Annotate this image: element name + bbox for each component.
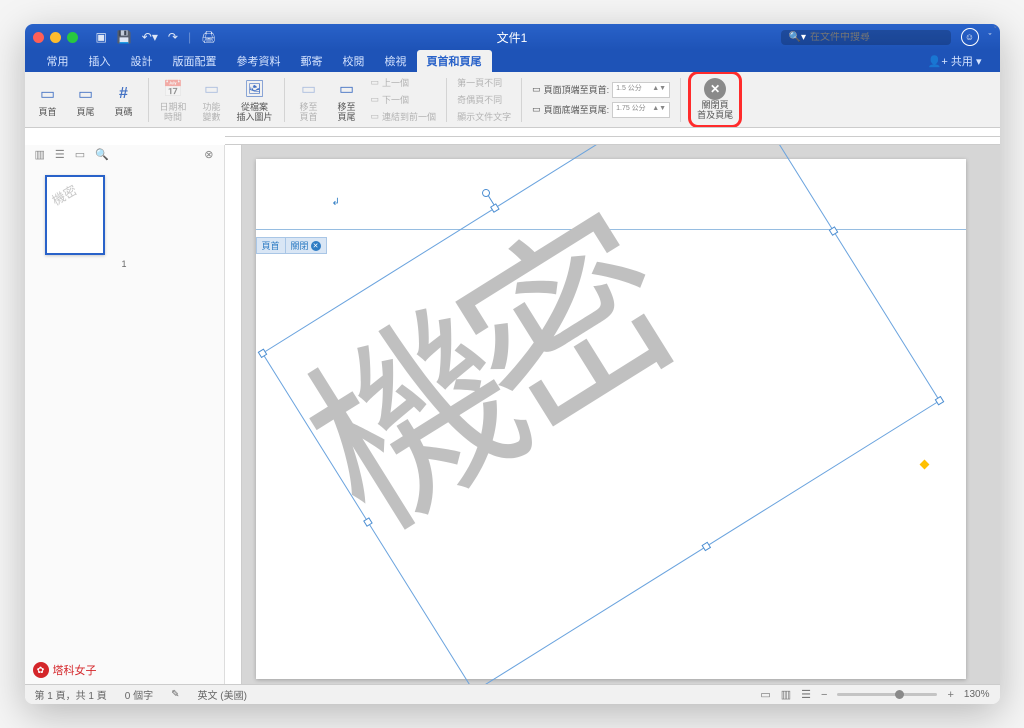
zoom-level[interactable]: 130%: [964, 689, 990, 700]
thumbnails-icon[interactable]: ▥: [35, 148, 45, 161]
tab-home[interactable]: 常用: [37, 50, 79, 72]
vars-button: ▭功能 變數: [195, 74, 229, 125]
resize-handle[interactable]: [701, 542, 711, 552]
goto-header-button: ▭移至 頁首: [292, 74, 326, 125]
thumbnail-number: 1: [45, 259, 204, 269]
close-header-footer-highlight: ✕ 關閉頁 首及頁尾: [688, 72, 742, 128]
tab-layout[interactable]: 版面配置: [163, 50, 227, 72]
zoom-out-button[interactable]: −: [821, 689, 827, 701]
footer-distance-row: ▭ 頁面底端至頁尾: 1.75 公分▲▼: [529, 101, 673, 119]
chevron-down-icon[interactable]: ˇ: [989, 32, 992, 42]
document-page[interactable]: ↲ 頁首 關閉✕ 機密: [256, 159, 966, 679]
fullscreen-window-button[interactable]: [67, 32, 78, 43]
save-icon[interactable]: 💾: [117, 30, 132, 44]
document-title: 文件1: [497, 29, 528, 46]
close-window-button[interactable]: [33, 32, 44, 43]
zoom-in-button[interactable]: +: [947, 689, 953, 701]
window-controls: [33, 32, 78, 43]
thumbnail-panel: ▥ ☰ ▭ 🔍 ⊗ 機密 1 ✿ 塔科女子: [25, 145, 225, 684]
search-icon: 🔍▾: [789, 32, 806, 43]
tab-insert[interactable]: 插入: [79, 50, 121, 72]
odd-even-diff-check: 奇偶頁不同: [454, 92, 514, 107]
paragraph-mark-icon: ↲: [332, 197, 340, 208]
page-thumbnail[interactable]: 機密: [45, 175, 105, 255]
spellcheck-icon[interactable]: ✎: [171, 689, 179, 700]
tab-view[interactable]: 檢視: [375, 50, 417, 72]
ribbon-tabs: 常用 插入 設計 版面配置 參考資料 郵寄 校閱 檢視 頁首和頁尾 👤+ 共用 …: [25, 50, 1000, 72]
tab-references[interactable]: 參考資料: [227, 50, 291, 72]
undo-icon[interactable]: ↶▾: [142, 30, 158, 44]
insert-picture-button[interactable]: 🖼從檔案 插入圖片: [233, 74, 277, 125]
tab-design[interactable]: 設計: [121, 50, 163, 72]
titlebar: ▣ 💾 ↶▾ ↷ | 🖨 文件1 🔍▾ ☺ ˇ: [25, 24, 1000, 50]
focus-view-icon[interactable]: ▭: [760, 688, 770, 701]
minimize-window-button[interactable]: [50, 32, 61, 43]
first-page-diff-check: 第一頁不同: [454, 75, 514, 90]
tab-mailings[interactable]: 郵寄: [291, 50, 333, 72]
horizontal-ruler[interactable]: [225, 128, 1000, 145]
close-header-footer-button[interactable]: ✕ 關閉頁 首及頁尾: [693, 76, 737, 123]
header-distance-input[interactable]: 1.5 公分▲▼: [612, 82, 670, 98]
tab-header-footer[interactable]: 頁首和頁尾: [417, 50, 492, 72]
search-input[interactable]: [810, 32, 943, 43]
brand-watermark: ✿ 塔科女子: [33, 662, 97, 678]
resize-handle[interactable]: [934, 396, 944, 406]
redo-icon[interactable]: ↷: [168, 30, 178, 44]
prev-button: ▭ 上一個: [368, 75, 440, 90]
search-field[interactable]: 🔍▾: [781, 30, 951, 45]
header-distance-row: ▭ 頁面頂端至頁首: 1.5 公分▲▼: [529, 81, 673, 99]
link-previous-button: ▭ 連結到前一個: [368, 109, 440, 124]
pagenum-button[interactable]: #頁碼: [107, 79, 141, 120]
outline-icon[interactable]: ☰: [55, 148, 65, 161]
close-icon: ✕: [704, 78, 726, 100]
word-count[interactable]: 0 個字: [125, 687, 153, 702]
header-tag-close[interactable]: 關閉✕: [286, 237, 327, 254]
language-label[interactable]: 英文 (美國): [197, 687, 246, 702]
thumbnail-watermark: 機密: [47, 180, 79, 209]
tab-review[interactable]: 校閱: [333, 50, 375, 72]
print-icon[interactable]: 🖨: [201, 30, 216, 44]
header-button[interactable]: ▭頁首: [31, 79, 65, 120]
vertical-ruler[interactable]: [225, 145, 242, 684]
header-tag-label: 頁首: [256, 237, 286, 254]
status-bar: 第 1 頁，共 1 頁 0 個字 ✎ 英文 (美國) ▭ ▥ ☰ − + 130…: [25, 684, 1000, 704]
print-layout-icon[interactable]: ▥: [781, 688, 791, 701]
autosave-icon[interactable]: ▣: [96, 30, 107, 44]
next-button: ▭ 下一個: [368, 92, 440, 107]
header-tag: 頁首 關閉✕: [256, 237, 327, 254]
show-doc-text-check: 顯示文件文字: [454, 109, 514, 124]
ribbon: ▭頁首 ▭頁尾 #頁碼 📅日期和 時間 ▭功能 變數 🖼從檔案 插入圖片 ▭移至…: [25, 72, 1000, 128]
share-button[interactable]: 👤+ 共用 ▾: [922, 50, 988, 72]
watermark-selection-box[interactable]: [261, 145, 939, 684]
goto-footer-button[interactable]: ▭移至 頁尾: [330, 74, 364, 125]
find-icon[interactable]: 🔍: [95, 148, 109, 161]
brand-icon: ✿: [33, 662, 49, 678]
footer-distance-input[interactable]: 1.75 公分▲▼: [612, 102, 670, 118]
panel-close-icon[interactable]: ⊗: [204, 148, 213, 161]
nav-icon[interactable]: ▭: [75, 148, 85, 161]
web-layout-icon[interactable]: ☰: [801, 688, 811, 701]
page-count[interactable]: 第 1 頁，共 1 頁: [35, 687, 107, 702]
resize-handle[interactable]: [828, 226, 838, 236]
adjust-handle[interactable]: [919, 460, 929, 470]
feedback-icon[interactable]: ☺: [961, 28, 979, 46]
datetime-button: 📅日期和 時間: [156, 74, 191, 125]
zoom-slider[interactable]: [837, 693, 937, 696]
footer-button[interactable]: ▭頁尾: [69, 79, 103, 120]
